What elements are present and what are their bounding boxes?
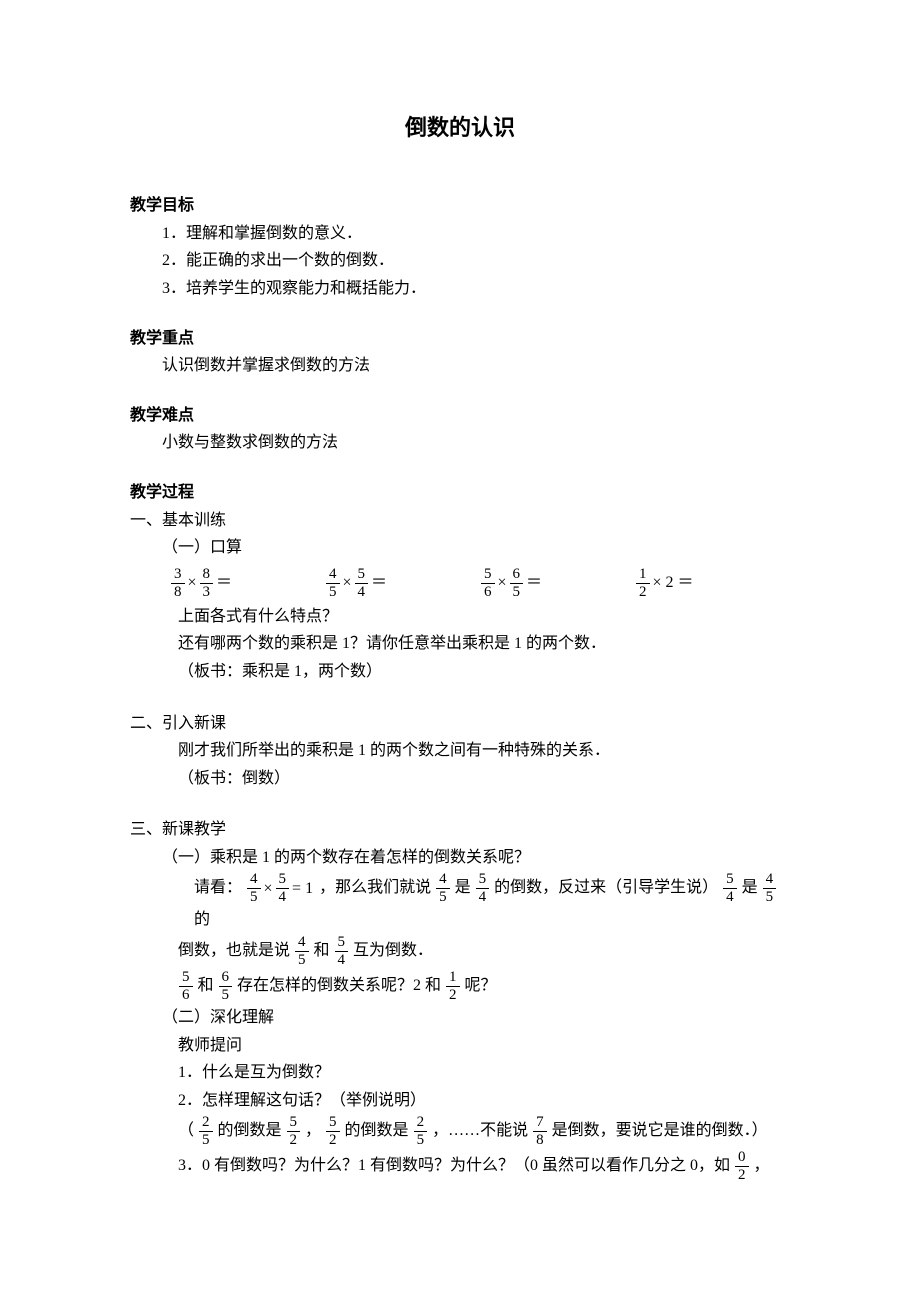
objectives-heading: 教学目标 [130, 193, 790, 219]
body-text: 教师提问 [130, 1033, 790, 1059]
body-text: 56 和 65 存在怎样的倒数关系呢？2 和 12 呢？ [130, 970, 790, 1003]
objective-item: 1．理解和掌握倒数的意义． [130, 221, 790, 247]
difficulty-block: 教学难点 小数与整数求倒数的方法 [130, 403, 790, 456]
subsection-title: （一）口算 [130, 535, 790, 561]
board-note: （板书：乘积是 1，两个数） [130, 659, 790, 685]
difficulty-heading: 教学难点 [130, 403, 790, 429]
body-text: 刚才我们所举出的乘积是 1 的两个数之间有一种特殊的关系． [130, 738, 790, 764]
section-title: 一、基本训练 [130, 508, 790, 534]
expression-row: 38×83＝ 45×54＝ 56×65＝ 12×2＝ [130, 567, 790, 600]
question-text: 上面各式有什么特点？ [130, 604, 790, 630]
subsection-title: （二）深化理解 [130, 1005, 790, 1031]
objective-item: 2．能正确的求出一个数的倒数． [130, 248, 790, 274]
objective-item: 3．培养学生的观察能力和概括能力． [130, 276, 790, 302]
expression: 12×2＝ [635, 567, 790, 600]
section-title: 二、引入新课 [130, 711, 790, 737]
difficulty-text: 小数与整数求倒数的方法 [130, 430, 790, 456]
body-text: 的 [130, 907, 790, 933]
question-text: 1．什么是互为倒数？ [130, 1060, 790, 1086]
keypoint-heading: 教学重点 [130, 326, 790, 352]
objectives-block: 教学目标 1．理解和掌握倒数的意义． 2．能正确的求出一个数的倒数． 3．培养学… [130, 193, 790, 301]
document-title: 倒数的认识 [130, 110, 790, 145]
body-text: 倒数，也就是说 45 和 54 互为倒数． [130, 935, 790, 968]
question-text: 还有哪两个数的乘积是 1？请你任意举出乘积是 1 的两个数． [130, 631, 790, 657]
process-block: 教学过程 一、基本训练 （一）口算 38×83＝ 45×54＝ 56×65＝ 1… [130, 480, 790, 1184]
subsection-title: （一）乘积是 1 的两个数存在着怎样的倒数关系呢？ [130, 845, 790, 871]
board-note: （板书：倒数） [130, 766, 790, 792]
process-heading: 教学过程 [130, 480, 790, 506]
expression: 45×54＝ [325, 567, 480, 600]
body-text: 请看： 45×54= 1 ，那么我们就说 45 是 54 的倒数，反过来（引导学… [130, 872, 790, 905]
keypoint-text: 认识倒数并掌握求倒数的方法 [130, 353, 790, 379]
expression: 38×83＝ [170, 567, 325, 600]
question-text: 3．0 有倒数吗？为什么？1 有倒数吗？为什么？（0 虽然可以看作几分之 0，如… [130, 1150, 790, 1183]
section-title: 三、新课教学 [130, 817, 790, 843]
document-page: 倒数的认识 教学目标 1．理解和掌握倒数的意义． 2．能正确的求出一个数的倒数．… [0, 0, 920, 1267]
keypoint-block: 教学重点 认识倒数并掌握求倒数的方法 [130, 326, 790, 379]
expression: 56×65＝ [480, 567, 635, 600]
example-text: （ 25 的倒数是 52 ， 52 的倒数是 25 ，……不能说 78 是倒数，… [130, 1115, 790, 1148]
question-text: 2．怎样理解这句话？（举例说明） [130, 1088, 790, 1114]
